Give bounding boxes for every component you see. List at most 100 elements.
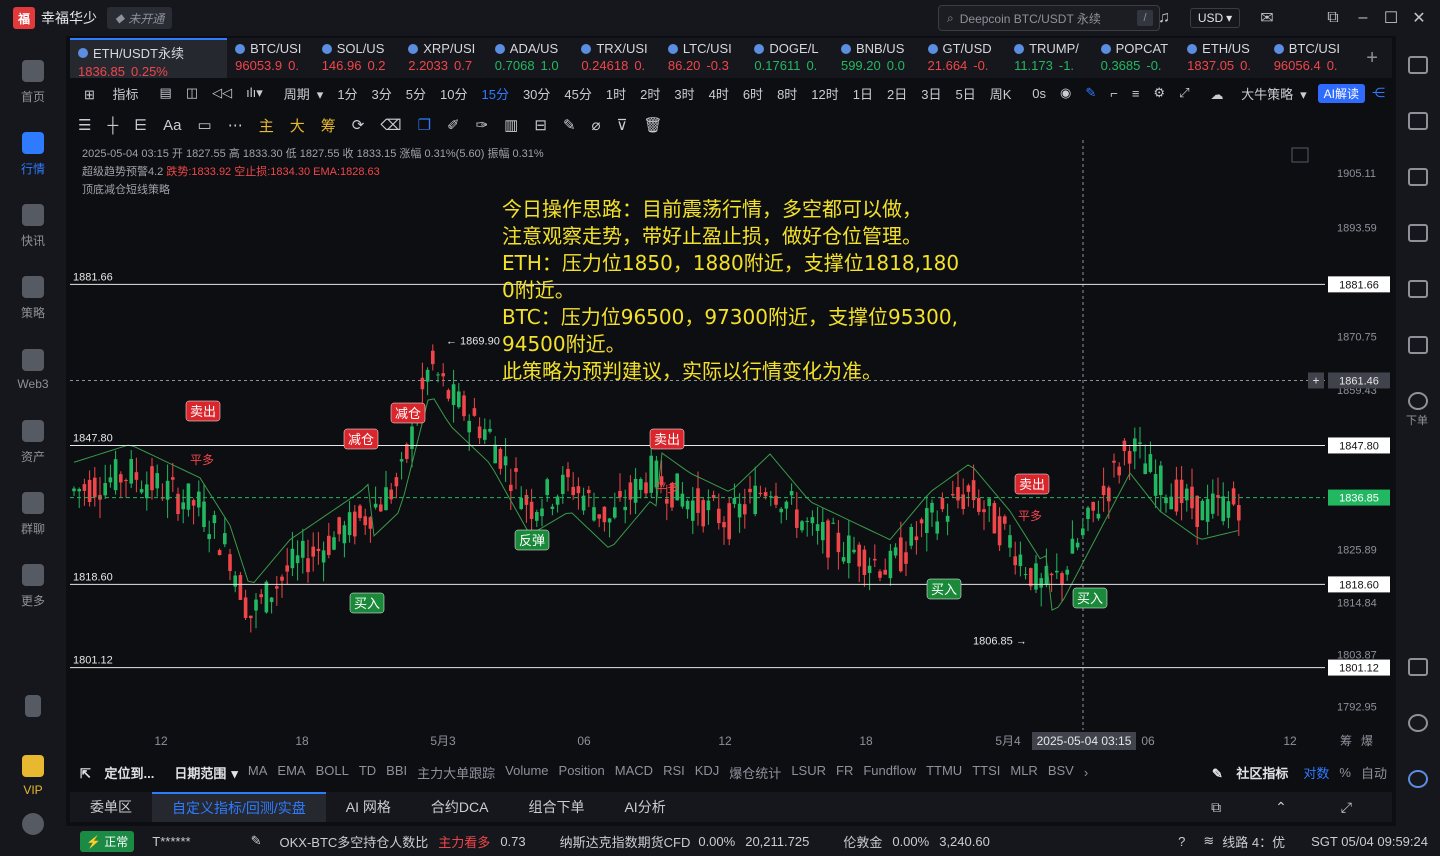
gear-icon[interactable]: ⚙	[1146, 85, 1172, 101]
order-icon[interactable]	[1408, 392, 1428, 410]
magnet-icon[interactable]: ⌀	[584, 116, 609, 134]
unopened-badge[interactable]: ◆ 未开通	[107, 7, 173, 29]
bars-icon[interactable]: ▥	[496, 116, 526, 134]
add-tab-icon[interactable]: +	[1352, 38, 1392, 78]
more-dots-icon[interactable]: ⋯	[220, 116, 251, 134]
list-icon[interactable]	[1408, 56, 1428, 74]
auto-toggle[interactable]: 自动	[1356, 763, 1392, 782]
gold-label[interactable]: 伦敦金	[843, 832, 882, 851]
currency-select[interactable]: USD ▾	[1190, 8, 1240, 28]
chevron-right-icon[interactable]: ›	[1079, 765, 1093, 780]
camera-icon[interactable]: ◉	[1053, 85, 1078, 101]
settings-icon[interactable]	[0, 794, 66, 854]
interval-option[interactable]: 2日	[880, 84, 914, 103]
percent-toggle[interactable]: %	[1334, 765, 1356, 780]
signal-icon[interactable]	[1408, 224, 1428, 242]
symbol-tab[interactable]: TRUMP/11.173 -1.	[1006, 38, 1093, 78]
indicator-option[interactable]: MACD	[610, 763, 658, 782]
symbol-tab[interactable]: XRP/USI 2.2033 0.7	[400, 38, 487, 78]
interval-option[interactable]: 3分	[365, 84, 399, 103]
mail-icon[interactable]: ✉	[1257, 8, 1277, 28]
panel-tab[interactable]: 合约DCA	[411, 792, 509, 822]
indicator-option[interactable]: 主力大单跟踪	[412, 763, 500, 782]
replay-icon[interactable]: ◁◁	[205, 85, 239, 101]
symbol-tab[interactable]: TRX/USI 0.24618 0.	[573, 38, 660, 78]
line-status[interactable]: 线路 4：优	[1222, 832, 1285, 851]
search-input[interactable]: ⌕ Deepcoin BTC/USDT 永续 /	[938, 5, 1160, 31]
sidebar-item-market[interactable]: 行情	[0, 124, 66, 184]
lock-icon[interactable]: ⊟	[526, 116, 555, 134]
bot-avatar-icon[interactable]	[1408, 770, 1428, 788]
locate-button[interactable]: ⇱ 定位到...	[70, 763, 164, 782]
headset-icon[interactable]	[1408, 714, 1428, 732]
refresh-icon[interactable]: ⟳	[344, 116, 373, 134]
dollar-icon[interactable]	[1408, 168, 1428, 186]
interval-option[interactable]: 4时	[702, 84, 736, 103]
symbol-tab[interactable]: ETH/US 1837.05 0.	[1179, 38, 1266, 78]
big-order-button[interactable]: 大	[282, 115, 313, 136]
indicator-option[interactable]: MLR	[1005, 763, 1042, 782]
pen-icon[interactable]: ✎	[1078, 85, 1103, 101]
popout-icon[interactable]: ⧉	[1323, 8, 1343, 28]
expand-icon[interactable]: ⤢	[1321, 792, 1372, 822]
layout-icon[interactable]	[1408, 658, 1428, 676]
interval-option[interactable]: 3日	[914, 84, 948, 103]
indicator-option[interactable]: BSV	[1043, 763, 1079, 782]
panel-tab[interactable]: 组合下单	[508, 792, 604, 822]
bell-icon[interactable]: ♫	[1154, 8, 1174, 28]
interval-option[interactable]: 30分	[516, 84, 557, 103]
chart-type-icon[interactable]: ılı▾	[239, 85, 270, 101]
symbol-tab[interactable]: LTC/USI 86.20 -0.3	[660, 38, 747, 78]
sidebar-item-news[interactable]: 快讯	[0, 196, 66, 256]
horizontal-line-icon[interactable]: ┼	[99, 117, 126, 134]
interval-option[interactable]: 6时	[736, 84, 770, 103]
symbol-tab[interactable]: DOGE/L 0.17611 0.	[746, 38, 833, 78]
main-chart-button[interactable]: 主	[251, 115, 282, 136]
ruler-icon[interactable]: ▭	[190, 116, 220, 134]
community-indicator-button[interactable]: ✎ 社区指标	[1202, 763, 1299, 782]
indicator-option[interactable]: LSUR	[786, 763, 831, 782]
filter-icon[interactable]: ⊽	[609, 116, 636, 134]
hamburger-icon[interactable]: ☰	[70, 116, 99, 134]
panel-tab[interactable]: 委单区	[70, 792, 152, 822]
symbol-tab[interactable]: GT/USD 21.664 -0.	[920, 38, 1007, 78]
symbol-tab[interactable]: ADA/US 0.7068 1.0	[487, 38, 574, 78]
indicator-option[interactable]: TTMU	[921, 763, 967, 782]
interval-option[interactable]: 10分	[433, 84, 474, 103]
period-button[interactable]: 周期 ▾	[270, 84, 331, 103]
edit-icon[interactable]: ✎	[555, 116, 584, 134]
card-icon[interactable]	[1408, 336, 1428, 354]
interval-option[interactable]: 2时	[633, 84, 667, 103]
magic-icon[interactable]: ✑	[468, 116, 497, 134]
text-tool-icon[interactable]: Aa	[155, 117, 189, 134]
menu-icon[interactable]: ≡	[1125, 86, 1147, 101]
indicator-option[interactable]: RSI	[658, 763, 690, 782]
indicator-option[interactable]: BBI	[381, 763, 412, 782]
date-range-button[interactable]: 日期范围 ▾	[164, 763, 243, 782]
strategy-select[interactable]: ☁ 大牛策略 ▾	[1196, 84, 1313, 103]
chevron-up-icon[interactable]: ⌃	[1255, 792, 1307, 822]
indicator-option[interactable]: 爆仓统计	[724, 763, 786, 782]
symbol-tab[interactable]: ETH/USDT永续 1836.85 0.25%	[70, 38, 228, 79]
indicator-option[interactable]: TD	[354, 763, 381, 782]
interval-option[interactable]: 5分	[399, 84, 433, 103]
indicator-option[interactable]: Volume	[500, 763, 553, 782]
interval-option[interactable]: 1日	[846, 84, 880, 103]
minimize-icon[interactable]: –	[1353, 8, 1373, 28]
interval-option[interactable]: 3时	[667, 84, 701, 103]
indicator-button[interactable]: ⊞ 指标	[70, 84, 153, 103]
symbol-tab[interactable]: BTC/USI 96056.4 0.	[1266, 38, 1353, 78]
price-chart[interactable]: 1881.66 1881.66 1847.80 1847.80 1818.60 1818.…	[70, 140, 1392, 752]
chips-button[interactable]: 筹	[313, 115, 344, 136]
seconds-label[interactable]: 0s	[1025, 86, 1053, 101]
sidebar-item-home[interactable]: 首页	[0, 52, 66, 112]
indicator-option[interactable]: TTSI	[967, 763, 1005, 782]
calendar-icon[interactable]: ▤	[153, 85, 179, 101]
okx-ratio-label[interactable]: OKX-BTC多空持仓人数比	[280, 832, 429, 851]
nasdaq-label[interactable]: 纳斯达克指数期货CFD	[560, 832, 691, 851]
parallel-lines-icon[interactable]: ⋿	[126, 116, 155, 134]
interval-option[interactable]: 周K	[983, 84, 1019, 103]
crop-icon[interactable]: ⌐	[1103, 86, 1125, 101]
monitor-icon[interactable]	[1408, 280, 1428, 298]
ai-interpret-button[interactable]: AI解读	[1317, 83, 1365, 103]
